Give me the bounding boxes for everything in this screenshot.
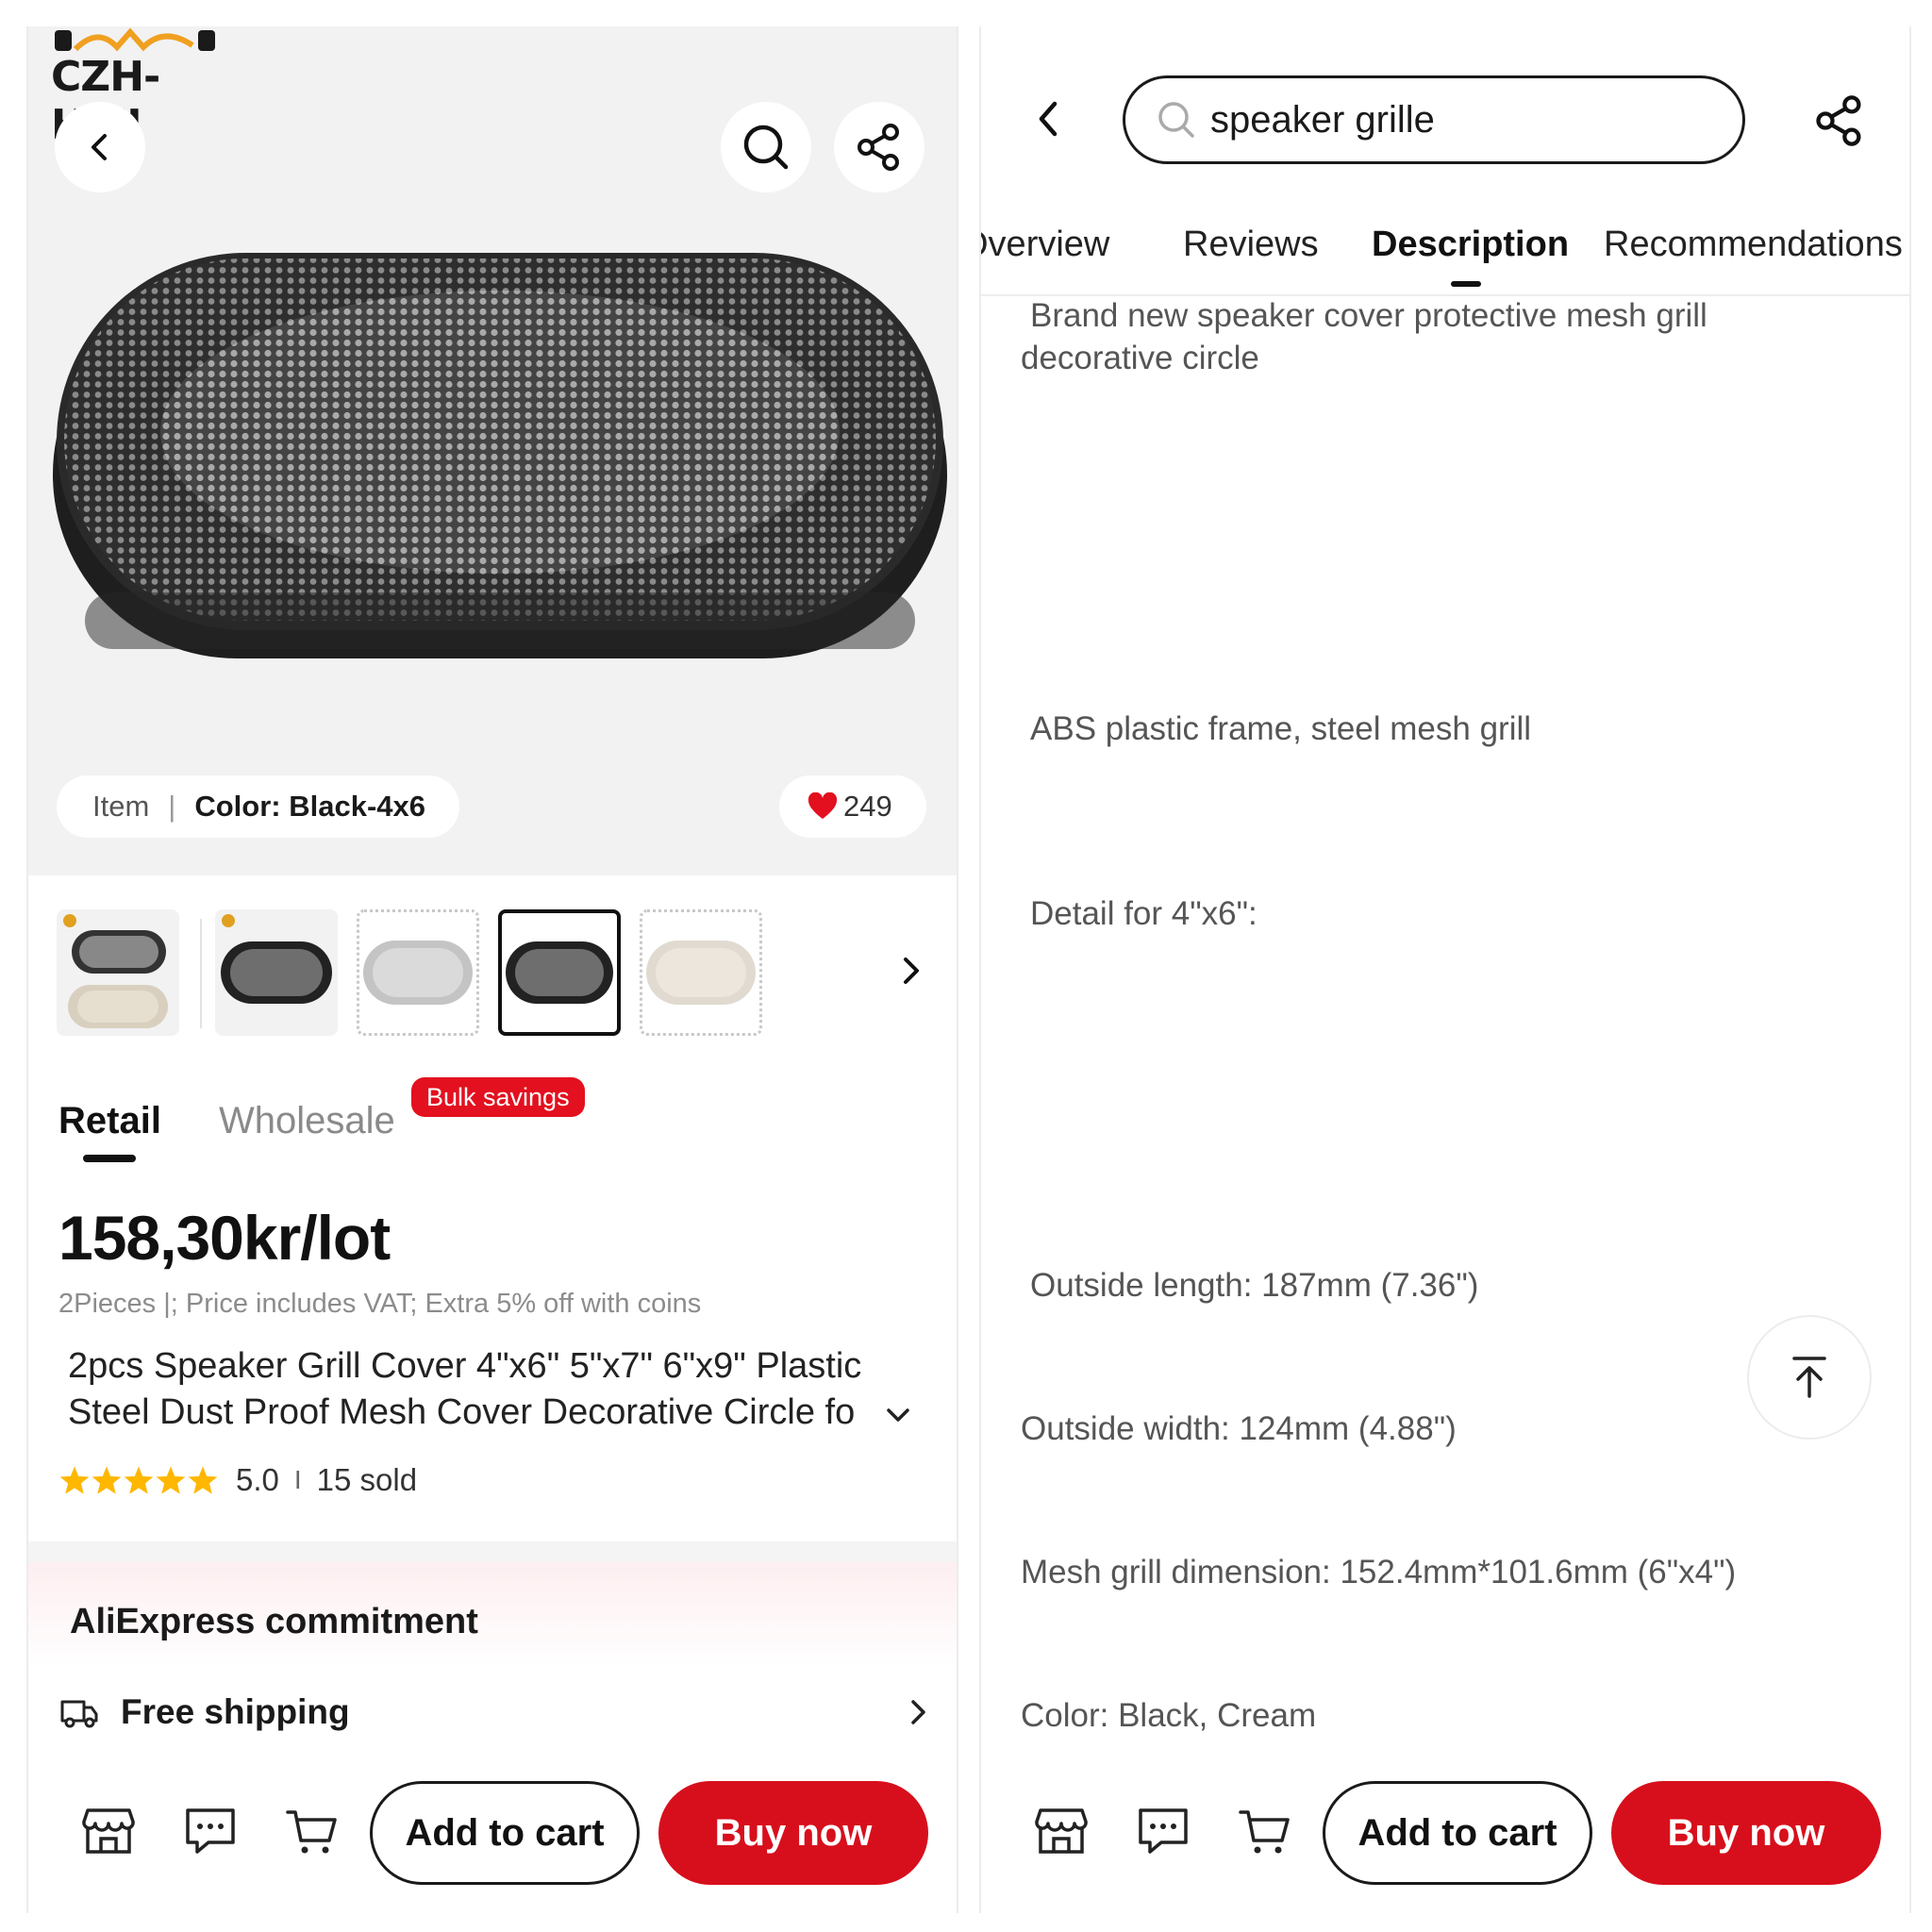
likes-count: 249 bbox=[843, 790, 892, 823]
share-icon[interactable] bbox=[1811, 92, 1868, 149]
wishlist-pill[interactable]: 249 bbox=[779, 775, 926, 838]
thumbnail-3[interactable] bbox=[357, 909, 479, 1036]
tab-retail[interactable]: Retail bbox=[58, 1100, 161, 1142]
description-intro: Brand new speaker cover protective mesh … bbox=[1021, 294, 1851, 379]
back-button[interactable] bbox=[55, 102, 145, 192]
sold-count: 15 sold bbox=[316, 1462, 418, 1497]
tab-overview[interactable]: Overview bbox=[981, 225, 1109, 265]
star-icon bbox=[59, 1466, 90, 1494]
store-icon bbox=[1035, 1808, 1088, 1854]
star-icon bbox=[188, 1466, 218, 1494]
product-gallery[interactable]: CZH-HIFI bbox=[28, 26, 957, 875]
message-icon bbox=[186, 1808, 235, 1854]
truck-icon bbox=[60, 1700, 98, 1728]
thumbnail-1[interactable] bbox=[57, 909, 179, 1036]
bottom-action-bar: Add to cart Buy now bbox=[981, 1755, 1909, 1913]
selected-variant-pill[interactable]: Item | Color: Black-4x6 bbox=[57, 775, 459, 838]
chevron-down-icon[interactable] bbox=[885, 1406, 911, 1424]
rating-summary[interactable]: 5.0 I 15 sold bbox=[58, 1462, 417, 1498]
cart-button[interactable] bbox=[279, 1798, 345, 1864]
rating-stars bbox=[58, 1465, 219, 1495]
product-page-screen: CZH-HIFI bbox=[26, 26, 958, 1913]
free-shipping-label[interactable]: Free shipping bbox=[121, 1692, 350, 1732]
thumbnail-5[interactable] bbox=[640, 909, 762, 1036]
section-tabs: Overview Reviews Description Recommendat… bbox=[981, 206, 1909, 296]
tab-description[interactable]: Description bbox=[1372, 225, 1569, 265]
description-mesh-dimension: Mesh grill dimension: 152.4mm*101.6mm (6… bbox=[1021, 1554, 1737, 1591]
chevron-right-icon bbox=[904, 958, 919, 984]
buy-now-button[interactable]: Buy now bbox=[658, 1781, 928, 1885]
price-note: 2Pieces |; Price includes VAT; Extra 5% … bbox=[58, 1289, 702, 1319]
search-icon bbox=[1158, 102, 1194, 138]
tab-recommendations[interactable]: Recommendations bbox=[1604, 225, 1903, 265]
bottom-action-bar: Add to cart Buy now bbox=[28, 1755, 957, 1913]
description-intro-line-1: Brand new speaker cover protective mesh … bbox=[1030, 297, 1707, 334]
star-icon bbox=[124, 1466, 154, 1494]
tab-wholesale[interactable]: Wholesale bbox=[219, 1100, 395, 1142]
back-icon[interactable] bbox=[1028, 92, 1070, 145]
description-color: Color: Black, Cream bbox=[1021, 1697, 1317, 1734]
description-width: Outside width: 124mm (4.88") bbox=[1021, 1410, 1457, 1447]
tab-retail-indicator bbox=[83, 1155, 136, 1162]
back-to-top-icon bbox=[1792, 1357, 1826, 1398]
thumbnail-2[interactable] bbox=[215, 909, 338, 1036]
description-material: ABS plastic frame, steel mesh grill bbox=[1030, 710, 1532, 747]
tab-description-indicator bbox=[1451, 281, 1481, 287]
message-button[interactable] bbox=[1130, 1798, 1196, 1864]
search-query: speaker grille bbox=[1210, 98, 1435, 141]
rating-separator: I bbox=[293, 1465, 302, 1494]
pill-separator: | bbox=[168, 790, 176, 823]
search-icon bbox=[743, 125, 789, 170]
add-to-cart-button[interactable]: Add to cart bbox=[1323, 1781, 1592, 1885]
bulk-savings-badge: Bulk savings bbox=[411, 1077, 585, 1117]
description-detail-heading: Detail for 4"x6": bbox=[1030, 895, 1257, 932]
chevron-right-icon[interactable] bbox=[906, 1696, 930, 1728]
message-button[interactable] bbox=[177, 1798, 243, 1864]
message-icon bbox=[1139, 1808, 1188, 1854]
store-button[interactable] bbox=[75, 1798, 142, 1864]
buy-now-button[interactable]: Buy now bbox=[1611, 1781, 1881, 1885]
star-icon bbox=[92, 1466, 122, 1494]
share-icon bbox=[858, 124, 899, 171]
description-page-screen: speaker grille Overview Reviews Descript… bbox=[979, 26, 1911, 1913]
product-main-image bbox=[53, 253, 947, 658]
cart-icon bbox=[286, 1810, 337, 1854]
cart-button[interactable] bbox=[1232, 1798, 1298, 1864]
description-length: Outside length: 187mm (7.36") bbox=[1030, 1267, 1479, 1304]
heart-icon bbox=[808, 792, 838, 819]
back-icon bbox=[92, 134, 107, 160]
description-intro-line-2: decorative circle bbox=[1021, 340, 1259, 376]
product-title-line-1: 2pcs Speaker Grill Cover 4"x6" 5"x7" 6"x… bbox=[68, 1346, 862, 1386]
product-title-line-2: Steel Dust Proof Mesh Cover Decorative C… bbox=[68, 1392, 856, 1432]
section-divider bbox=[28, 1541, 957, 1562]
thumbnails-next-button[interactable] bbox=[887, 947, 934, 994]
tab-reviews[interactable]: Reviews bbox=[1183, 225, 1319, 265]
star-icon bbox=[156, 1466, 186, 1494]
item-label: Item bbox=[92, 790, 150, 823]
cart-icon bbox=[1239, 1810, 1290, 1854]
selected-color: Color: Black-4x6 bbox=[194, 790, 425, 823]
store-icon bbox=[82, 1808, 135, 1854]
store-logo-graphic bbox=[55, 27, 215, 52]
thumbnail-divider bbox=[200, 919, 202, 1028]
store-logo: CZH-HIFI bbox=[51, 26, 230, 149]
search-input[interactable]: speaker grille bbox=[1123, 75, 1745, 164]
rating-value: 5.0 bbox=[236, 1462, 279, 1497]
share-button[interactable] bbox=[834, 102, 924, 192]
product-price: 158,30kr/lot bbox=[58, 1203, 391, 1273]
store-button[interactable] bbox=[1028, 1798, 1094, 1864]
product-title[interactable]: 2pcs Speaker Grill Cover 4"x6" 5"x7" 6"x… bbox=[68, 1343, 917, 1436]
variant-thumbnails bbox=[57, 909, 934, 1038]
back-to-top-button[interactable] bbox=[1747, 1315, 1872, 1440]
commitment-title: AliExpress commitment bbox=[70, 1602, 478, 1641]
add-to-cart-button[interactable]: Add to cart bbox=[370, 1781, 640, 1885]
thumbnail-4-selected[interactable] bbox=[498, 909, 621, 1036]
search-button[interactable] bbox=[721, 102, 811, 192]
